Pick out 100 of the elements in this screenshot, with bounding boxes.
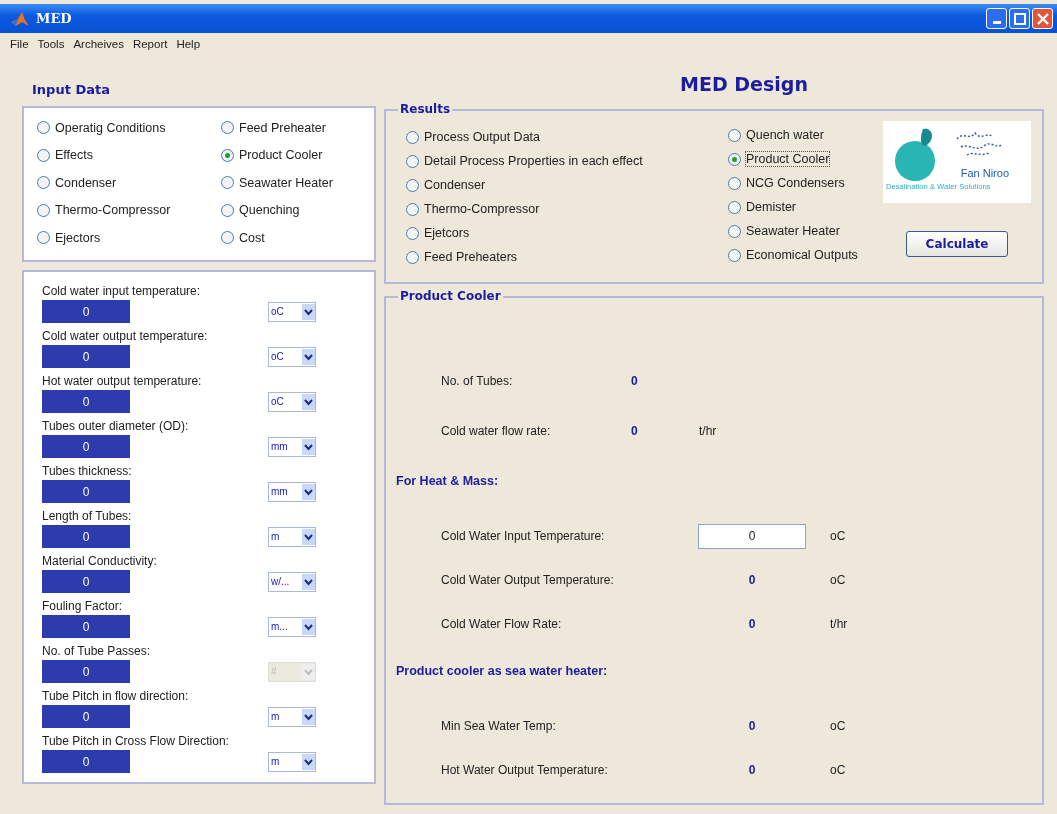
value-field[interactable]: 0 — [42, 345, 130, 368]
radio-button[interactable] — [728, 176, 741, 190]
menu-item[interactable]: Tools — [37, 38, 65, 50]
radio-button[interactable] — [406, 250, 419, 264]
radio-button[interactable] — [221, 121, 234, 135]
calculate-button[interactable]: Calculate — [906, 231, 1008, 257]
result-label: Cold water flow rate: — [441, 424, 552, 438]
result-label: Hot Water Output Temperature: — [441, 763, 609, 777]
radio-option[interactable]: Condenser — [406, 173, 728, 197]
value-field[interactable]: 0 — [42, 435, 130, 458]
radio-option[interactable]: Product Cooler — [728, 147, 883, 171]
radio-button[interactable] — [37, 121, 50, 135]
radio-option[interactable]: Thermo-Compressor — [37, 196, 221, 224]
chevron-icon — [302, 663, 315, 680]
field-label: Length of Tubes: — [42, 509, 133, 525]
radio-option[interactable]: Process Output Data — [406, 125, 728, 149]
unit-dropdown[interactable]: m — [268, 751, 316, 772]
unit-dropdown[interactable]: m... — [268, 616, 316, 637]
radio-button[interactable] — [221, 231, 234, 245]
maximize-icon — [1013, 12, 1026, 25]
radio-option[interactable]: Ejetcors — [406, 221, 728, 245]
radio-button[interactable] — [221, 148, 234, 162]
menu-item[interactable]: Report — [132, 38, 168, 50]
chevron-icon — [302, 708, 315, 725]
value-field[interactable]: 0 — [42, 570, 130, 593]
minimize-icon — [992, 21, 1001, 24]
field-label: Material Conductivity: — [42, 554, 158, 570]
radio-button[interactable] — [221, 176, 234, 190]
maximize-button[interactable] — [1009, 8, 1030, 29]
radio-button[interactable] — [406, 154, 419, 168]
radio-option[interactable]: Ejectors — [37, 224, 221, 252]
unit-label: oC — [830, 573, 846, 587]
result-value: 0 — [748, 719, 756, 733]
unit-label: t/hr — [699, 424, 717, 438]
value-field[interactable]: 0 — [42, 615, 130, 638]
radio-button[interactable] — [728, 224, 741, 238]
radio-option[interactable]: Quenching — [221, 196, 333, 224]
unit-dropdown[interactable]: oC — [268, 301, 316, 322]
minimize-button[interactable] — [986, 8, 1007, 29]
value-field[interactable]: 0 — [42, 750, 130, 773]
close-icon — [1036, 12, 1049, 25]
value-field[interactable]: 0 — [42, 705, 130, 728]
radio-button[interactable] — [37, 176, 50, 190]
radio-button[interactable] — [406, 130, 419, 144]
radio-option[interactable]: Feed Preheaters — [406, 245, 728, 269]
chevron-icon — [302, 348, 315, 365]
value-field[interactable]: 0 — [42, 390, 130, 413]
radio-option[interactable]: Seawater Heater — [221, 169, 333, 197]
result-label: Cold Water Input Temperature: — [441, 529, 606, 543]
menu-item[interactable]: Archeives — [73, 38, 124, 50]
unit-dropdown[interactable]: m — [268, 706, 316, 727]
close-button[interactable] — [1032, 8, 1053, 29]
radio-option[interactable]: Detail Process Properties in each effect — [406, 149, 728, 173]
radio-option[interactable]: Feed Preheater — [221, 114, 333, 142]
section-heading: For Heat & Mass: — [396, 474, 500, 490]
input-field[interactable]: 0 — [698, 523, 806, 549]
unit-label: oC — [830, 763, 846, 777]
chevron-icon — [302, 618, 315, 635]
value-field[interactable]: 0 — [42, 525, 130, 548]
radio-button[interactable] — [221, 203, 234, 217]
radio-button[interactable] — [406, 178, 419, 192]
result-value: 0 — [631, 374, 638, 388]
menu-item[interactable]: File — [10, 38, 29, 50]
radio-option[interactable]: Seawater Heater — [728, 219, 883, 243]
radio-option[interactable]: Demister — [728, 195, 883, 219]
radio-option[interactable]: NCG Condensers — [728, 171, 883, 195]
unit-dropdown[interactable]: oC — [268, 391, 316, 412]
radio-option[interactable]: Cost — [221, 224, 333, 252]
radio-button[interactable] — [406, 226, 419, 240]
radio-button[interactable] — [37, 203, 50, 217]
field-label: Tubes thickness: — [42, 464, 133, 480]
unit-dropdown[interactable]: mm — [268, 436, 316, 457]
radio-option[interactable]: Economical Outputs — [728, 243, 883, 267]
unit-dropdown[interactable]: w/... — [268, 571, 316, 592]
chevron-icon — [302, 483, 315, 500]
radio-option[interactable]: Thermo-Compressor — [406, 197, 728, 221]
chevron-icon — [302, 438, 315, 455]
value-field[interactable]: 0 — [42, 480, 130, 503]
unit-label: oC — [830, 719, 846, 733]
panel-title: Product Cooler — [398, 289, 503, 303]
result-label: Cold Water Flow Rate: — [441, 617, 563, 631]
radio-button[interactable] — [728, 128, 741, 142]
radio-button[interactable] — [728, 200, 741, 214]
app-heading: MED Design — [679, 72, 809, 97]
chevron-icon — [302, 573, 315, 590]
radio-option[interactable]: Quench water — [728, 123, 883, 147]
radio-button[interactable] — [37, 148, 50, 162]
radio-option[interactable]: Operatig Conditions — [37, 114, 221, 142]
radio-button[interactable] — [728, 248, 741, 262]
radio-button[interactable] — [728, 152, 741, 166]
radio-button[interactable] — [37, 231, 50, 245]
menu-item[interactable]: Help — [176, 38, 201, 50]
value-field[interactable]: 0 — [42, 300, 130, 323]
unit-dropdown[interactable]: mm — [268, 481, 316, 502]
unit-dropdown[interactable]: m — [268, 526, 316, 547]
radio-option[interactable]: Effects — [37, 141, 221, 169]
radio-option[interactable]: Product Cooler — [221, 141, 333, 169]
radio-option[interactable]: Condenser — [37, 169, 221, 197]
radio-button[interactable] — [406, 202, 419, 216]
unit-dropdown[interactable]: oC — [268, 346, 316, 367]
